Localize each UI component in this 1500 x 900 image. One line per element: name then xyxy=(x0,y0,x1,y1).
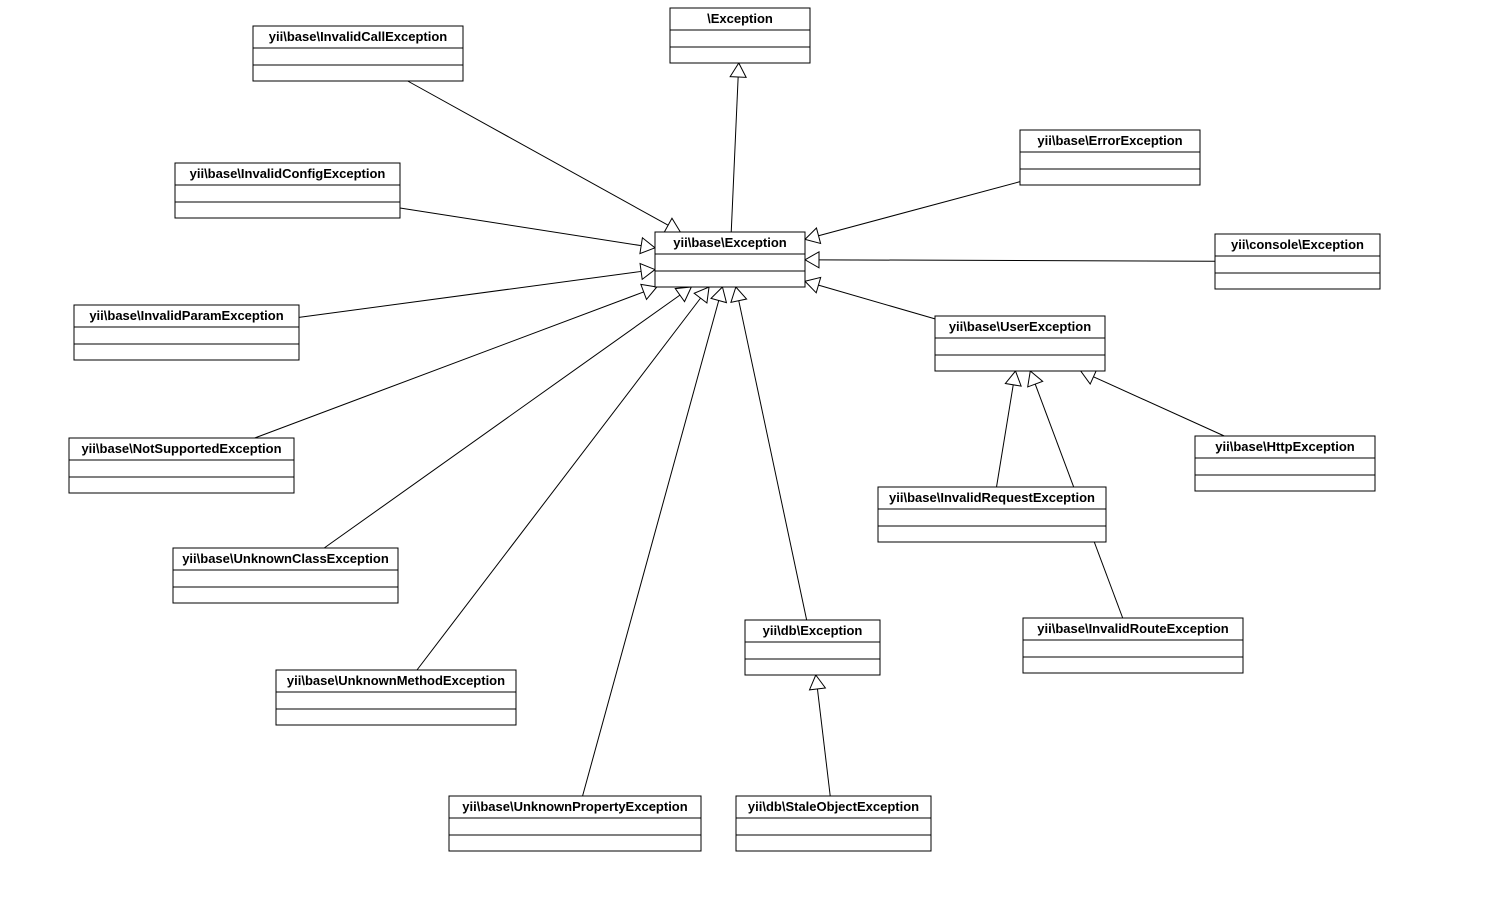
class-name: yii\base\InvalidParamException xyxy=(89,308,283,323)
class-name: yii\base\UserException xyxy=(949,319,1091,334)
generalization-line xyxy=(819,260,1215,261)
generalization-line xyxy=(1093,377,1224,436)
generalization-line xyxy=(324,295,680,548)
class-unknown_method: yii\base\UnknownMethodException xyxy=(276,670,516,725)
class-stale_object: yii\db\StaleObjectException xyxy=(736,796,931,851)
class-exception: \Exception xyxy=(670,8,810,63)
generalization-line xyxy=(997,385,1014,487)
generalization-line xyxy=(583,300,719,796)
class-not_supported: yii\base\NotSupportedException xyxy=(69,438,294,493)
generalization-arrowhead-icon xyxy=(640,238,655,254)
generalization-line xyxy=(819,182,1020,236)
class-name: yii\base\ErrorException xyxy=(1037,133,1182,148)
class-name: yii\base\InvalidRouteException xyxy=(1037,621,1228,636)
generalization-line xyxy=(417,298,701,670)
class-unknown_property: yii\base\UnknownPropertyException xyxy=(449,796,701,851)
class-name: yii\base\UnknownMethodException xyxy=(287,673,505,688)
class-name: yii\base\InvalidCallException xyxy=(269,29,448,44)
generalization-arrowhead-icon xyxy=(711,287,726,303)
class-name: yii\base\InvalidConfigException xyxy=(190,166,386,181)
generalization-line xyxy=(818,285,935,319)
generalization-line xyxy=(817,689,830,796)
class-name: yii\db\StaleObjectException xyxy=(748,799,919,814)
generalization-arrowhead-icon xyxy=(694,287,709,303)
generalization-line xyxy=(408,81,668,225)
generalization-arrowhead-icon xyxy=(805,228,821,243)
class-error_exception: yii\base\ErrorException xyxy=(1020,130,1200,185)
uml-class-diagram: \Exception yii\base\Exception yii\base\Inv… xyxy=(0,0,1500,900)
class-unknown_class: yii\base\UnknownClassException xyxy=(173,548,398,603)
class-name: yii\db\Exception xyxy=(763,623,863,638)
generalization-line xyxy=(400,208,641,246)
generalization-line xyxy=(739,301,807,620)
class-http_exception: yii\base\HttpException xyxy=(1195,436,1375,491)
generalization-line xyxy=(299,271,641,317)
generalization-arrowhead-icon xyxy=(805,277,821,292)
generalization-arrowhead-icon xyxy=(664,218,680,232)
class-name: yii\console\Exception xyxy=(1231,237,1364,252)
class-name: yii\base\HttpException xyxy=(1215,439,1354,454)
class-console_exception: yii\console\Exception xyxy=(1215,234,1380,289)
class-invalid_param: yii\base\InvalidParamException xyxy=(74,305,299,360)
class-invalid_config: yii\base\InvalidConfigException xyxy=(175,163,400,218)
generalization-arrowhead-icon xyxy=(731,287,747,302)
generalization-arrowhead-icon xyxy=(730,63,746,77)
class-name: yii\base\InvalidRequestException xyxy=(889,490,1095,505)
generalization-line xyxy=(731,77,738,232)
class-invalid_call: yii\base\InvalidCallException xyxy=(253,26,463,81)
class-name: yii\base\Exception xyxy=(673,235,786,250)
generalization-arrowhead-icon xyxy=(1028,371,1043,387)
generalization-arrowhead-icon xyxy=(1005,371,1021,386)
generalization-arrowhead-icon xyxy=(640,264,655,280)
generalization-arrowhead-icon xyxy=(641,284,657,299)
class-user_exception: yii\base\UserException xyxy=(935,316,1105,371)
class-name: yii\base\UnknownPropertyException xyxy=(462,799,687,814)
class-invalid_route: yii\base\InvalidRouteException xyxy=(1023,618,1243,673)
class-name: \Exception xyxy=(707,11,773,26)
generalization-line xyxy=(255,292,644,438)
class-invalid_request: yii\base\InvalidRequestException xyxy=(878,487,1106,542)
class-name: yii\base\UnknownClassException xyxy=(182,551,389,566)
generalization-arrowhead-icon xyxy=(675,287,691,302)
generalization-arrowhead-icon xyxy=(809,675,825,690)
class-name: yii\base\NotSupportedException xyxy=(81,441,281,456)
generalization-arrowhead-icon xyxy=(805,252,819,268)
class-base_exception: yii\base\Exception xyxy=(655,232,805,287)
class-db_exception: yii\db\Exception xyxy=(745,620,880,675)
